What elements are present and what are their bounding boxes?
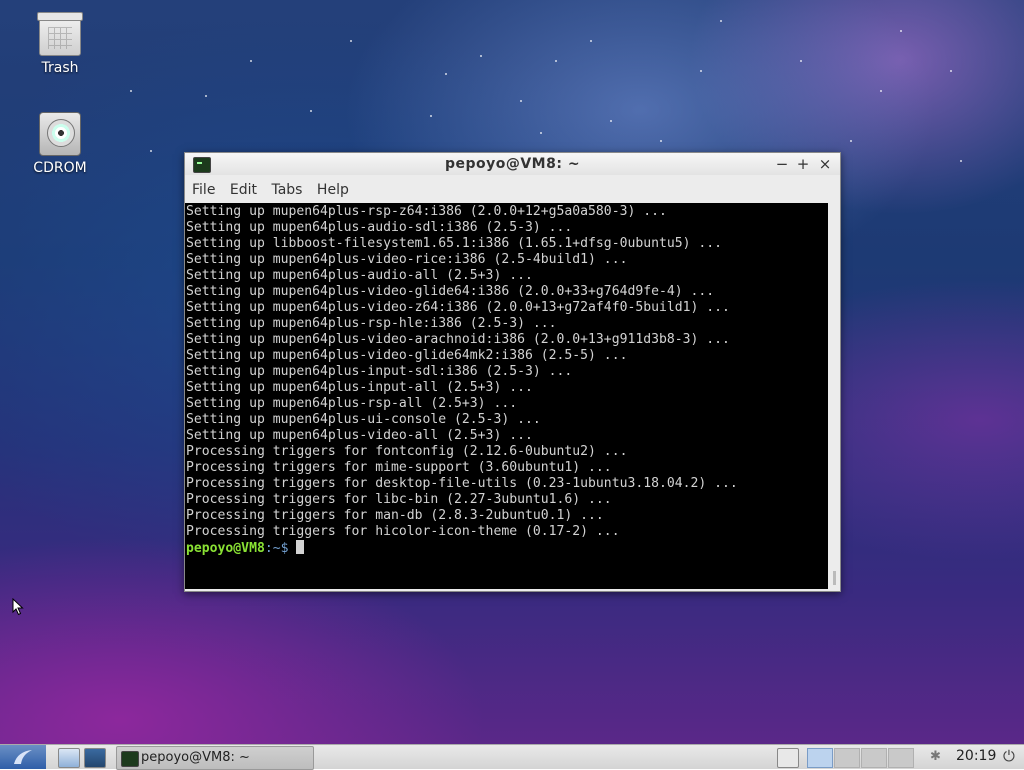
terminal-line: Processing triggers for desktop-file-uti… — [186, 476, 738, 491]
terminal-line: Setting up mupen64plus-input-all (2.5+3)… — [186, 380, 533, 395]
wallpaper-star — [950, 70, 952, 72]
terminal-line: Setting up mupen64plus-video-z64:i386 (2… — [186, 300, 730, 315]
show-desktop-icon[interactable] — [777, 748, 799, 768]
cdrom-icon — [39, 112, 81, 156]
wallpaper-star — [350, 40, 352, 42]
window-title: pepoyo@VM8: ~ — [444, 156, 581, 172]
menu-edit[interactable]: Edit — [223, 178, 257, 198]
workspace-4[interactable] — [888, 748, 914, 768]
menu-tabs[interactable]: Tabs — [264, 178, 302, 198]
wallpaper-star — [720, 20, 722, 22]
terminal-line: Processing triggers for mime-support (3.… — [186, 460, 612, 475]
desktop-icon-label: CDROM — [33, 160, 87, 176]
file-manager-icon[interactable] — [58, 748, 80, 768]
prompt-user: pepoyo@VM8 — [186, 541, 265, 556]
wallpaper-star — [250, 60, 252, 62]
wallpaper-star — [130, 90, 132, 92]
wallpaper-star — [700, 70, 702, 72]
clock[interactable]: 20:19 — [956, 748, 996, 764]
prompt-path: :~$ — [264, 541, 297, 556]
menu-file[interactable]: File — [185, 178, 215, 198]
workspace-1[interactable] — [807, 748, 833, 768]
wallpaper-star — [540, 132, 542, 134]
terminal-line: Setting up mupen64plus-video-all (2.5+3)… — [186, 428, 533, 443]
bluetooth-icon[interactable]: ✱ — [930, 749, 941, 764]
wallpaper-star — [430, 115, 432, 117]
terminal-line: Processing triggers for man-db (2.8.3-2u… — [186, 508, 604, 523]
menu-help[interactable]: Help — [310, 178, 349, 198]
maximize-button[interactable]: + — [794, 155, 812, 173]
start-menu-button[interactable] — [0, 745, 46, 769]
wallpaper-star — [480, 55, 482, 57]
workspace-3[interactable] — [861, 748, 887, 768]
text-cursor — [296, 540, 305, 554]
terminal-line: Setting up mupen64plus-rsp-all (2.5+3) .… — [186, 396, 518, 411]
wallpaper-star — [310, 110, 312, 112]
taskbar-task-label: pepoyo@VM8: ~ — [141, 750, 250, 765]
desktop-icon-cdrom[interactable]: CDROM — [20, 112, 100, 176]
wallpaper-star — [590, 40, 592, 42]
wallpaper-star — [555, 60, 557, 62]
mouse-pointer-icon — [12, 597, 24, 620]
terminal-line: Setting up mupen64plus-rsp-hle:i386 (2.5… — [186, 316, 557, 331]
terminal-line: Processing triggers for libc-bin (2.27-3… — [186, 492, 612, 507]
terminal-scrollbar[interactable] — [829, 203, 839, 589]
terminal-line: Processing triggers for hicolor-icon-the… — [186, 524, 620, 539]
terminal-line: Setting up mupen64plus-video-arachnoid:i… — [186, 332, 730, 347]
taskbar: pepoyo@VM8: ~ ✱ 20:19 ⏻ — [0, 744, 1024, 770]
terminal-line: Processing triggers for fontconfig (2.12… — [186, 444, 628, 459]
close-button[interactable]: × — [816, 155, 834, 173]
terminal-prompt-line[interactable]: pepoyo@VM8:~$ — [186, 540, 828, 557]
terminal-icon — [121, 751, 139, 767]
power-icon[interactable]: ⏻ — [1003, 747, 1015, 765]
desktop-icon-label: Trash — [41, 60, 79, 76]
wallpaper-star — [900, 30, 902, 32]
taskbar-task-terminal[interactable]: pepoyo@VM8: ~ — [116, 746, 314, 770]
workspace-2[interactable] — [834, 748, 860, 768]
terminal-output[interactable]: Setting up mupen64plus-rsp-z64:i386 (2.0… — [185, 203, 828, 589]
minimize-button[interactable]: − — [773, 155, 791, 173]
wallpaper-star — [610, 120, 612, 122]
start-menu-icon — [14, 750, 32, 764]
terminal-line: Setting up mupen64plus-input-sdl:i386 (2… — [186, 364, 573, 379]
terminal-line: Setting up libboost-filesystem1.65.1:i38… — [186, 236, 723, 251]
terminal-line: Setting up mupen64plus-rsp-z64:i386 (2.0… — [186, 204, 667, 219]
terminal-lines: Setting up mupen64plus-rsp-z64:i386 (2.0… — [186, 204, 828, 540]
terminal-line: Setting up mupen64plus-ui-console (2.5-3… — [186, 412, 541, 427]
wallpaper-star — [660, 140, 662, 142]
terminal-window[interactable]: pepoyo@VM8: ~ − + × File Edit Tabs Help … — [184, 152, 841, 592]
terminal-line: Setting up mupen64plus-audio-all (2.5+3)… — [186, 268, 533, 283]
desktop-icon-trash[interactable]: Trash — [20, 12, 100, 76]
desktop: Trash CDROM pepoyo@VM8: ~ − + × File Edi… — [0, 0, 1024, 744]
trash-icon — [37, 12, 83, 56]
wallpaper-star — [150, 150, 152, 152]
terminal-line: Setting up mupen64plus-audio-sdl:i386 (2… — [186, 220, 573, 235]
wallpaper-star — [445, 73, 447, 75]
terminal-line: Setting up mupen64plus-video-rice:i386 (… — [186, 252, 628, 267]
preferences-icon[interactable] — [84, 748, 106, 768]
wallpaper-star — [960, 160, 962, 162]
wallpaper-star — [850, 140, 852, 142]
terminal-line: Setting up mupen64plus-video-glide64:i38… — [186, 284, 715, 299]
scrollbar-thumb[interactable] — [833, 571, 836, 585]
wallpaper-star — [205, 95, 207, 97]
wallpaper-star — [800, 60, 802, 62]
menu-bar: File Edit Tabs Help — [185, 178, 840, 202]
terminal-line: Setting up mupen64plus-video-glide64mk2:… — [186, 348, 628, 363]
wallpaper-star — [520, 100, 522, 102]
window-titlebar[interactable]: pepoyo@VM8: ~ − + × — [185, 153, 840, 175]
wallpaper-star — [880, 90, 882, 92]
